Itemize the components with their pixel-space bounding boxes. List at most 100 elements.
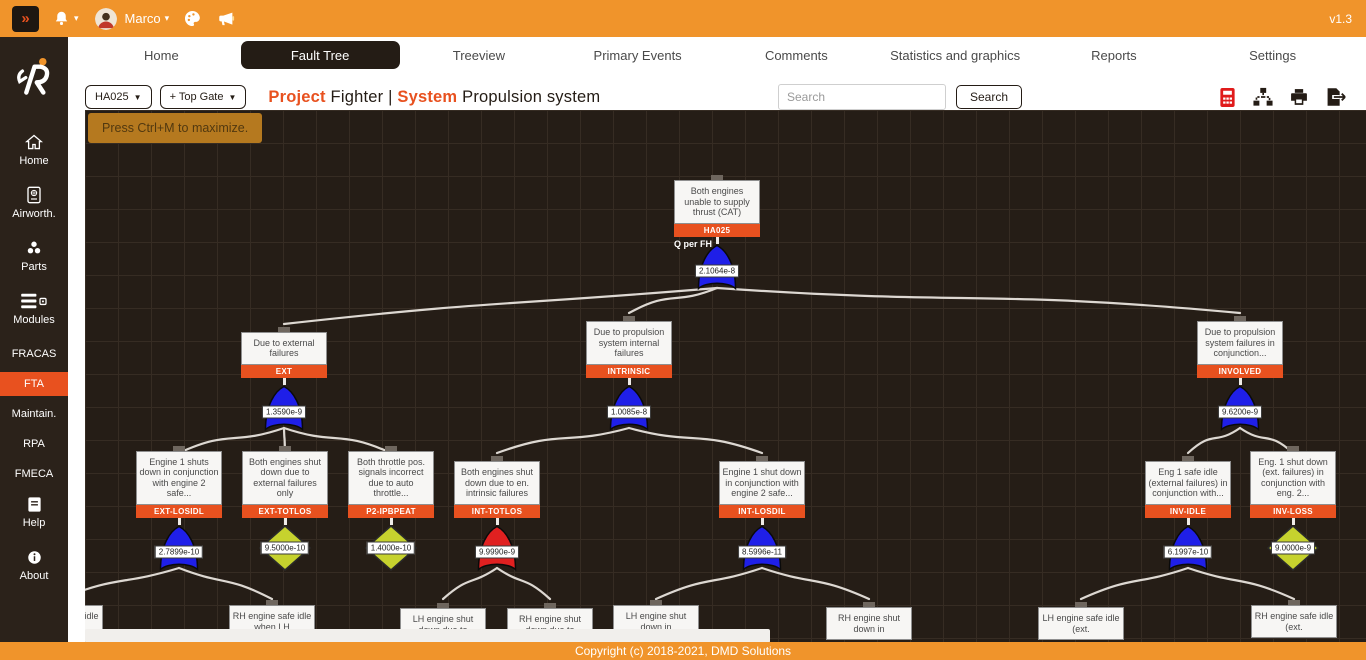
tab-comments[interactable]: Comments xyxy=(717,41,876,69)
export-icon[interactable] xyxy=(1324,87,1347,107)
or-gate-icon: 8.5996e-11 xyxy=(736,525,788,571)
theme-palette-icon[interactable] xyxy=(183,9,202,28)
node-code-label: INTRINSIC xyxy=(586,365,672,378)
undeveloped-event-diamond-icon: 9.0000e-9 xyxy=(1267,525,1319,571)
tab-reports[interactable]: Reports xyxy=(1035,41,1194,69)
sidebar-item-fmeca[interactable]: FMECA xyxy=(0,462,68,486)
parts-icon xyxy=(25,239,43,257)
sidebar-item-label: FRACAS xyxy=(12,348,57,360)
node-probability-value: 9.5000e-10 xyxy=(261,542,309,555)
fault-tree-node-int-totlos[interactable]: Both engines shut down due to en. intrin… xyxy=(454,505,540,571)
node-description-block: Eng 1 safe idle (external failures) in c… xyxy=(1145,456,1231,505)
sidebar-item-fta[interactable]: FTA xyxy=(0,372,68,396)
sidebar-item-help[interactable]: Help xyxy=(0,492,68,532)
node-code-label: INV-IDLE xyxy=(1145,505,1231,518)
copyright-text: Copyright (c) 2018-2021, DMD Solutions xyxy=(575,644,791,658)
app-logo-bird-icon[interactable] xyxy=(12,53,56,104)
sidebar-item-label: Help xyxy=(23,517,46,529)
sidebar-item-label: Modules xyxy=(13,314,55,326)
fault-tree-leaf-node[interactable]: LH engine safe idle (ext. xyxy=(1038,602,1124,640)
user-avatar[interactable] xyxy=(95,8,117,30)
node-probability-value: 1.4000e-10 xyxy=(367,542,415,555)
hierarchy-icon[interactable] xyxy=(1252,87,1274,107)
sidebar-item-parts[interactable]: Parts xyxy=(0,236,68,276)
tree-selector-dropdown[interactable]: HA025▼ xyxy=(85,85,152,109)
sidebar-item-label: Airworth. xyxy=(12,208,55,220)
sidebar-collapse-button[interactable]: » xyxy=(12,6,39,32)
sidebar-item-label: Home xyxy=(19,155,48,167)
fault-tree-node-involved[interactable]: Due to propulsion system failures in con… xyxy=(1197,365,1283,431)
node-probability-value: 8.5996e-11 xyxy=(738,546,786,559)
sidebar-item-about[interactable]: About xyxy=(0,545,68,585)
fault-tree-node-ext-losidl[interactable]: Engine 1 shuts down in conjunction with … xyxy=(136,505,222,571)
fault-tree-node-ext[interactable]: Due to external failuresEXT1.3590e-9 xyxy=(241,365,327,431)
or-gate-icon: 1.3590e-9 xyxy=(258,385,310,431)
node-description-block: Engine 1 shuts down in conjunction with … xyxy=(136,446,222,505)
fault-tree-node-ha025[interactable]: Q per FHBoth engines unable to supply th… xyxy=(674,224,760,290)
fault-tree-node-inv-loss[interactable]: Eng. 1 shut down (ext. failures) in conj… xyxy=(1250,505,1336,571)
gate-stub xyxy=(761,518,764,525)
tab-home[interactable]: Home xyxy=(82,41,241,69)
node-code-label: INT-LOSDIL xyxy=(719,505,805,518)
footer: Copyright (c) 2018-2021, DMD Solutions xyxy=(0,642,1366,660)
node-probability-value: 1.3590e-9 xyxy=(262,406,306,419)
tab-statistics-and-graphics[interactable]: Statistics and graphics xyxy=(876,41,1035,69)
add-top-gate-label: + Top Gate xyxy=(170,91,224,103)
node-description: Both throttle pos. signals incorrect due… xyxy=(348,451,434,505)
fault-tree-leaf-node[interactable]: RH engine shut down in xyxy=(826,602,912,640)
node-code-label: P2-IPBPEAT xyxy=(348,505,434,518)
or-gate-icon: 9.6200e-9 xyxy=(1214,385,1266,431)
fault-tree-node-inv-idle[interactable]: Eng 1 safe idle (external failures) in c… xyxy=(1145,505,1231,571)
sidebar: Home Airworth. Parts Modules FRACAS FTA Mainta… xyxy=(0,37,68,642)
node-description: RH engine safe idle (ext. xyxy=(1251,605,1337,638)
info-icon xyxy=(27,548,42,566)
tab-settings[interactable]: Settings xyxy=(1193,41,1352,69)
fault-tree-canvas[interactable]: Q per FHBoth engines unable to supply th… xyxy=(85,110,1366,642)
sidebar-item-modules[interactable]: Modules xyxy=(0,289,68,329)
fault-tree-node-intrinsic[interactable]: Due to propulsion system internal failur… xyxy=(586,365,672,431)
chevron-down-icon: ▼ xyxy=(134,93,142,102)
undeveloped-event-diamond-icon: 1.4000e-10 xyxy=(365,525,417,571)
horizontal-scrollbar-thumb[interactable] xyxy=(85,629,770,642)
node-description-block: Eng. 1 shut down (ext. failures) in conj… xyxy=(1250,446,1336,505)
maximize-toast: Press Ctrl+M to maximize. xyxy=(88,113,262,143)
node-probability-value: 9.0000e-9 xyxy=(1271,542,1315,555)
calculator-icon[interactable] xyxy=(1218,87,1237,108)
sidebar-item-rpa[interactable]: RPA xyxy=(0,432,68,456)
search-input[interactable] xyxy=(778,84,946,110)
search-button[interactable]: Search xyxy=(956,85,1022,109)
tab-fault-tree[interactable]: Fault Tree xyxy=(241,41,400,69)
chevron-down-icon: ▼ xyxy=(228,93,236,102)
gate-stub xyxy=(496,518,499,525)
node-probability-value: 6.1997e-10 xyxy=(1164,546,1212,559)
node-description: Both engines unable to supply thrust (CA… xyxy=(674,180,760,224)
tab-primary-events[interactable]: Primary Events xyxy=(558,41,717,69)
node-description-block: Engine 1 shut down in conjunction with e… xyxy=(719,456,805,505)
sidebar-item-maintain[interactable]: Maintain. xyxy=(0,402,68,426)
gate-stub xyxy=(1239,378,1242,385)
notifications-bell-icon[interactable] xyxy=(53,10,70,27)
node-description-block: Both throttle pos. signals incorrect due… xyxy=(348,446,434,505)
node-description: Eng. 1 shut down (ext. failures) in conj… xyxy=(1250,451,1336,505)
node-code-label: HA025 xyxy=(674,224,760,237)
node-description: Both engines shut down due to en. intrin… xyxy=(454,461,540,505)
notifications-caret-icon[interactable]: ▾ xyxy=(74,13,79,24)
book-icon xyxy=(27,495,42,513)
sidebar-item-airworth[interactable]: Airworth. xyxy=(0,183,68,223)
fault-tree-leaf-node[interactable]: RH engine safe idle (ext. xyxy=(1251,600,1337,638)
app-version: v1.3 xyxy=(1329,12,1352,26)
fault-tree-node-ext-totlos[interactable]: Both engines shut down due to external f… xyxy=(242,505,328,571)
announcements-megaphone-icon[interactable] xyxy=(216,10,236,28)
user-menu[interactable]: Marco ▾ xyxy=(125,11,170,26)
project-name: Fighter xyxy=(331,88,384,106)
sidebar-item-home[interactable]: Home xyxy=(0,130,68,170)
gate-stub xyxy=(283,378,286,385)
add-top-gate-dropdown[interactable]: + Top Gate ▼ xyxy=(160,85,247,109)
fault-tree-node-int-losdil[interactable]: Engine 1 shut down in conjunction with e… xyxy=(719,505,805,571)
tab-treeview[interactable]: Treeview xyxy=(400,41,559,69)
node-description: LH engine safe idle (ext. xyxy=(1038,607,1124,640)
printer-icon[interactable] xyxy=(1289,87,1309,107)
sidebar-item-fracas[interactable]: FRACAS xyxy=(0,342,68,366)
module-tabs: HomeFault TreeTreeviewPrimary EventsComm… xyxy=(82,41,1352,69)
fault-tree-node-p2-ipbpeat[interactable]: Both throttle pos. signals incorrect due… xyxy=(348,505,434,571)
